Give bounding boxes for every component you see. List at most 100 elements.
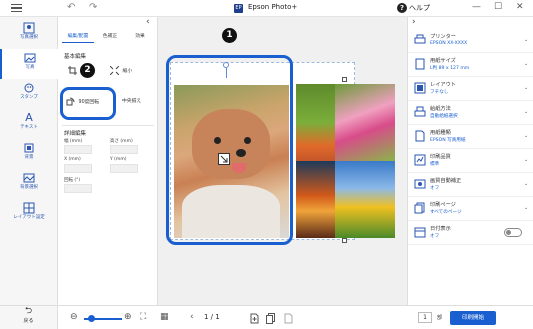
setting-value: オフ bbox=[430, 234, 440, 239]
delete-page-icon[interactable] bbox=[284, 313, 293, 324]
rotate-handle[interactable] bbox=[223, 62, 229, 68]
stamp-icon bbox=[24, 83, 34, 93]
setting-print-pages[interactable]: 印刷ページ すべてのページ ⌄ bbox=[408, 197, 533, 221]
section-detail-edit: 詳細編集 bbox=[64, 131, 87, 137]
photo-autumn-leaves[interactable] bbox=[296, 84, 335, 161]
width-field[interactable] bbox=[64, 145, 92, 154]
duplicate-page-icon[interactable] bbox=[266, 313, 275, 324]
previous-page-icon[interactable]: ‹ bbox=[190, 312, 194, 322]
zoom-slider-thumb[interactable] bbox=[88, 315, 96, 322]
photo-cosmos-flowers[interactable] bbox=[335, 84, 395, 161]
rail-item-label: 背景選択 bbox=[20, 185, 38, 190]
close-button[interactable]: ✕ bbox=[516, 2, 524, 12]
undo-icon[interactable]: ↶ bbox=[67, 2, 75, 13]
setting-title: プリンター bbox=[430, 34, 456, 40]
setting-title: 印刷品質 bbox=[430, 154, 451, 160]
chevron-down-icon: ⌄ bbox=[524, 37, 529, 43]
setting-print-quality[interactable]: 印刷品質 標準 ⌄ bbox=[408, 149, 533, 173]
center-align-label: 中央揃え bbox=[122, 99, 142, 104]
rail-item-background[interactable]: 背景 bbox=[0, 139, 58, 169]
page-indicator: 1 / 1 bbox=[204, 313, 220, 321]
photo-select-icon bbox=[23, 22, 35, 34]
rail-item-background-select[interactable]: 背景選択 bbox=[0, 169, 58, 199]
rail-item-layout-settings[interactable]: レイアウト設定 bbox=[0, 199, 58, 233]
section-basic-edit: 基本編集 bbox=[64, 54, 87, 60]
y-field[interactable] bbox=[110, 164, 138, 173]
setting-title: 用紙種類 bbox=[430, 130, 451, 136]
crop-tool[interactable] bbox=[68, 66, 79, 75]
print-settings-panel: › プリンター EPSON XX-XXXX ⌄ 用紙サイズ L判 89 x 12… bbox=[407, 17, 533, 305]
collapse-panel-icon[interactable]: ‹ bbox=[146, 17, 150, 27]
expand-panel-icon[interactable]: › bbox=[412, 17, 416, 27]
zoom-in-icon[interactable]: ⊕ bbox=[124, 312, 132, 322]
start-print-button[interactable]: 印刷開始 bbox=[450, 311, 496, 325]
setting-printer[interactable]: プリンター EPSON XX-XXXX ⌄ bbox=[408, 29, 533, 53]
resize-handle-bottom-right[interactable] bbox=[342, 238, 347, 243]
setting-title: 給紙方法 bbox=[430, 106, 451, 112]
edit-panel: ‹ 編集/配置 色補正 効果 基本編集 縮小 90度回転 中央揃え 詳細編集 幅… bbox=[58, 17, 158, 305]
resize-handle-top-right[interactable] bbox=[342, 77, 347, 82]
layout-settings-icon bbox=[23, 202, 35, 214]
center-align-button[interactable]: 中央揃え bbox=[122, 97, 141, 104]
zoom-out-icon[interactable]: ⊖ bbox=[70, 312, 78, 322]
maximize-button[interactable]: ☐ bbox=[494, 2, 502, 12]
rail-item-label: 背景 bbox=[24, 155, 34, 160]
copies-label: 部 bbox=[437, 315, 443, 321]
setting-title: 印刷ページ bbox=[430, 202, 456, 208]
background-icon bbox=[24, 143, 34, 153]
date-print-toggle[interactable] bbox=[504, 228, 522, 237]
back-button[interactable]: ⮌ 戻る bbox=[0, 306, 58, 329]
photo-sunflowers[interactable] bbox=[335, 161, 395, 238]
setting-paper-size[interactable]: 用紙サイズ L判 89 x 127 mm ⌄ bbox=[408, 53, 533, 77]
chevron-down-icon: ⌄ bbox=[524, 181, 529, 187]
rail-item-stamp[interactable]: スタンプ bbox=[0, 79, 58, 109]
setting-auto-correct[interactable]: 画質自動補正 オフ ⌄ bbox=[408, 173, 533, 197]
help-label[interactable]: ヘルプ bbox=[409, 3, 430, 13]
redo-icon[interactable]: ↷ bbox=[89, 2, 97, 13]
setting-layout[interactable]: レイアウト フチなし ⌄ bbox=[408, 77, 533, 101]
shrink-tool[interactable]: 縮小 bbox=[110, 66, 132, 75]
photo-icon bbox=[24, 53, 36, 63]
hamburger-menu-icon[interactable] bbox=[11, 4, 22, 12]
tab-edit-layout[interactable]: 編集/配置 bbox=[62, 31, 94, 43]
rail-item-photo-select[interactable]: 写真選択 bbox=[0, 19, 58, 49]
setting-value: 自動給紙選択 bbox=[430, 114, 458, 119]
help-icon[interactable]: ? bbox=[397, 3, 407, 13]
tab-color-correction[interactable]: 色補正 bbox=[96, 31, 124, 43]
photo-maple-sunset[interactable] bbox=[296, 161, 335, 238]
setting-value: EPSON 写真用紙 bbox=[430, 138, 466, 143]
rail-item-label: テキスト bbox=[20, 125, 38, 130]
print-quality-icon bbox=[414, 154, 426, 166]
fit-to-screen-icon[interactable]: ⛶ bbox=[140, 312, 146, 322]
rail-item-text[interactable]: A テキスト bbox=[0, 109, 58, 139]
divider bbox=[62, 125, 154, 126]
setting-title: レイアウト bbox=[430, 82, 456, 88]
layout-icon bbox=[414, 82, 426, 94]
setting-value: L判 89 x 127 mm bbox=[430, 66, 470, 71]
x-label: X (mm) bbox=[64, 157, 81, 162]
left-rail: 写真選択 写真 スタンプ A テキスト 背景 背景選択 レイアウト設定 bbox=[0, 17, 58, 305]
grid-icon[interactable]: ▦ bbox=[160, 312, 169, 322]
rotation-field[interactable] bbox=[64, 184, 92, 193]
tab-effects[interactable]: 効果 bbox=[126, 31, 154, 43]
copies-input[interactable]: 1 bbox=[418, 312, 432, 323]
setting-paper-feed[interactable]: 給紙方法 自動給紙選択 ⌄ bbox=[408, 101, 533, 125]
chevron-down-icon: ⌄ bbox=[524, 205, 529, 211]
print-pages-icon bbox=[414, 202, 425, 214]
chevron-down-icon: ⌄ bbox=[524, 85, 529, 91]
add-page-icon[interactable] bbox=[250, 313, 259, 324]
app-title: Epson Photo+ bbox=[248, 3, 298, 11]
paper-type-icon bbox=[415, 130, 425, 142]
height-field[interactable] bbox=[110, 145, 138, 154]
callout-1: 1 bbox=[222, 28, 237, 43]
minimize-button[interactable]: — bbox=[472, 2, 481, 12]
back-icon: ⮌ bbox=[24, 306, 33, 316]
rail-item-photo[interactable]: 写真 bbox=[0, 49, 58, 79]
calendar-icon bbox=[414, 227, 426, 238]
setting-value: EPSON XX-XXXX bbox=[430, 41, 468, 46]
setting-paper-type[interactable]: 用紙種類 EPSON 写真用紙 ⌄ bbox=[408, 125, 533, 149]
x-field[interactable] bbox=[64, 164, 92, 173]
y-label: Y (mm) bbox=[110, 157, 127, 162]
shrink-icon bbox=[110, 66, 119, 75]
canvas-area: 1 bbox=[158, 17, 407, 305]
